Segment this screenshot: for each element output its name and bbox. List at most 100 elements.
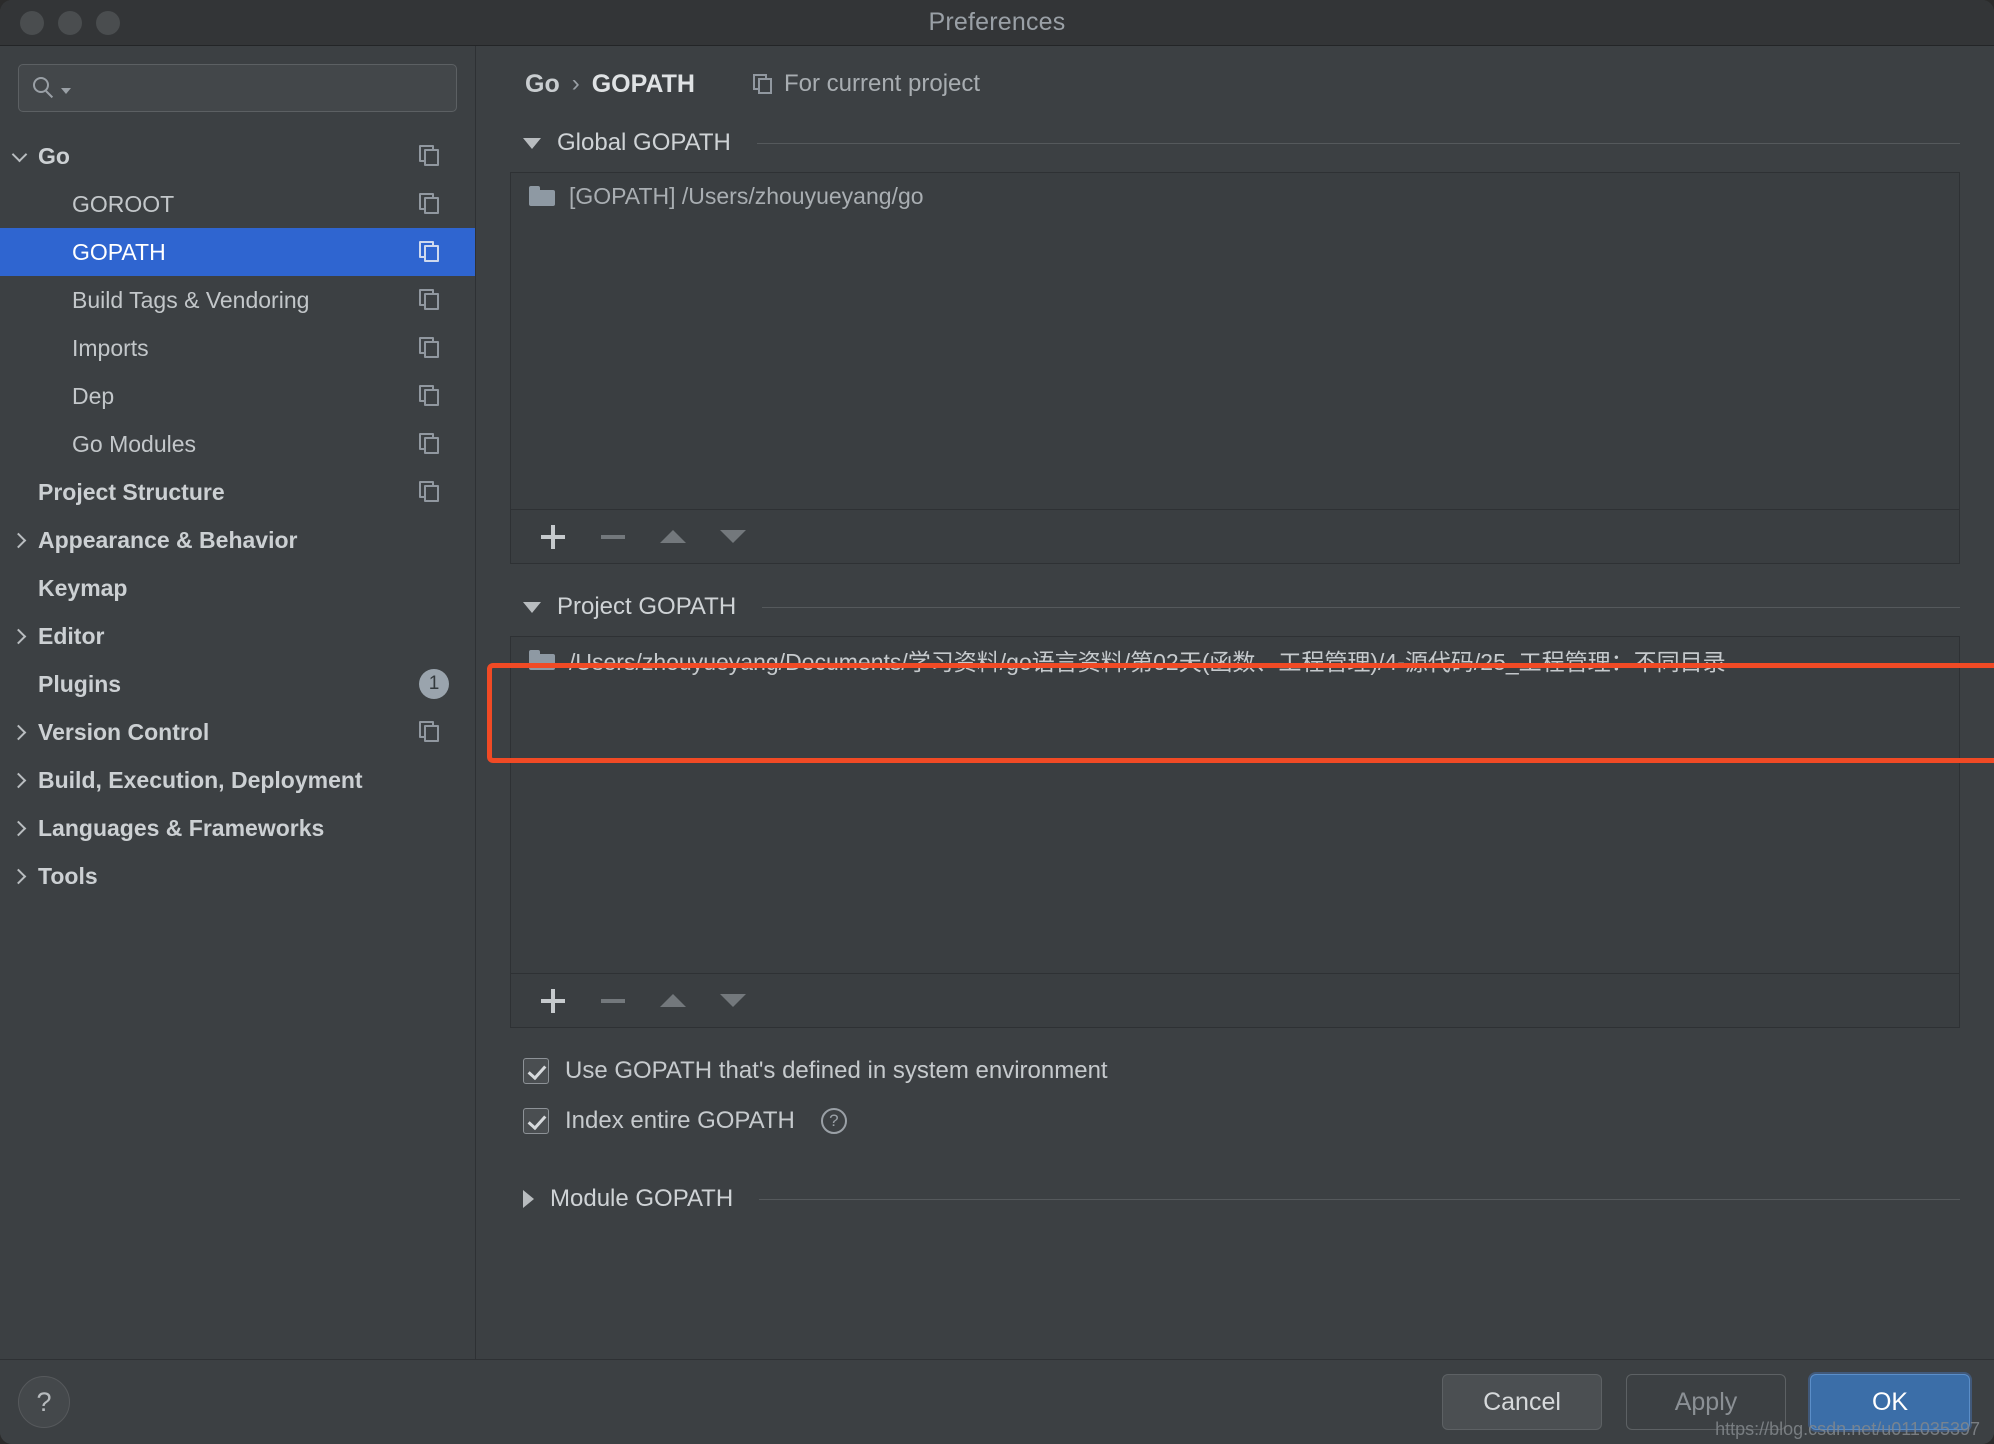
sidebar-item-label: Go Modules xyxy=(72,430,197,457)
help-button[interactable]: ? xyxy=(18,1376,70,1428)
cancel-button[interactable]: Cancel xyxy=(1442,1374,1602,1430)
minus-icon xyxy=(601,998,625,1003)
collapse-caret-down-icon[interactable] xyxy=(523,137,541,149)
global-gopath-toolbar xyxy=(511,509,1959,563)
copy-settings-icon[interactable] xyxy=(419,385,441,407)
module-gopath-title: Module GOPATH xyxy=(550,1185,734,1212)
sidebar-item-project-structure[interactable]: Project Structure xyxy=(0,468,475,516)
chevron-right-icon[interactable] xyxy=(0,820,38,836)
project-gopath-listbox[interactable]: /Users/zhouyueyang/Documents/学习资料/go语言资料… xyxy=(510,636,1960,1028)
sidebar-item-plugins[interactable]: Plugins 1 xyxy=(0,660,475,708)
settings-content: Go › GOPATH For current project Global G… xyxy=(476,46,1994,1359)
arrow-up-icon xyxy=(660,994,686,1007)
dialog-body: Go GOROOT GOPATH Build Tags & Vendoring Impo… xyxy=(0,46,1994,1359)
sidebar-item-go-modules[interactable]: Go Modules xyxy=(0,420,475,468)
add-project-gopath-button[interactable] xyxy=(523,978,583,1024)
search-box[interactable] xyxy=(18,64,457,112)
copy-settings-icon[interactable] xyxy=(419,721,441,743)
sidebar-item-version-control[interactable]: Version Control xyxy=(0,708,475,756)
sidebar-item-label: Languages & Frameworks xyxy=(38,814,325,841)
module-gopath-header[interactable]: Module GOPATH xyxy=(510,1178,1960,1220)
minus-icon xyxy=(601,534,625,539)
copy-settings-icon[interactable] xyxy=(752,73,774,95)
status-badge: 1 xyxy=(419,669,449,699)
scope-indicator: For current project xyxy=(752,70,980,98)
arrow-down-icon xyxy=(720,994,746,1007)
copy-settings-icon[interactable] xyxy=(419,433,441,455)
arrow-up-icon xyxy=(660,530,686,543)
project-gopath-entry-0: /Users/zhouyueyang/Documents/学习资料/go语言资料… xyxy=(569,649,1726,675)
sidebar-item-appearance-behavior[interactable]: Appearance & Behavior xyxy=(0,516,475,564)
sidebar-item-goroot[interactable]: GOROOT xyxy=(0,180,475,228)
global-gopath-header[interactable]: Global GOPATH xyxy=(510,122,1960,164)
arrow-down-icon xyxy=(720,530,746,543)
window-title: Preferences xyxy=(928,8,1066,36)
sidebar-item-label: Editor xyxy=(38,622,105,649)
search-icon xyxy=(33,77,55,99)
use-system-gopath-checkbox[interactable] xyxy=(523,1058,549,1084)
sidebar-item-label: GOROOT xyxy=(72,190,175,217)
sidebar-item-build-execution-deployment[interactable]: Build, Execution, Deployment xyxy=(0,756,475,804)
sidebar-item-dep[interactable]: Dep xyxy=(0,372,475,420)
chevron-right-icon[interactable] xyxy=(0,628,38,644)
plus-icon xyxy=(541,524,565,549)
sidebar-item-label: Plugins xyxy=(38,670,122,697)
chevron-down-icon[interactable] xyxy=(61,88,71,94)
move-up-project-gopath-button[interactable] xyxy=(643,978,703,1024)
index-entire-gopath-row[interactable]: Index entire GOPATH ? xyxy=(510,1096,1960,1146)
search-input[interactable] xyxy=(79,76,442,100)
chevron-right-icon[interactable] xyxy=(0,772,38,788)
move-down-global-gopath-button[interactable] xyxy=(703,514,763,560)
gopath-options: Use GOPATH that's defined in system envi… xyxy=(510,1046,1960,1146)
settings-tree: Go GOROOT GOPATH Build Tags & Vendoring Impo… xyxy=(0,132,475,900)
sidebar-item-editor[interactable]: Editor xyxy=(0,612,475,660)
collapse-caret-down-icon[interactable] xyxy=(523,601,541,613)
move-down-project-gopath-button[interactable] xyxy=(703,978,763,1024)
copy-settings-icon[interactable] xyxy=(419,193,441,215)
use-system-gopath-row[interactable]: Use GOPATH that's defined in system envi… xyxy=(510,1046,1960,1096)
sidebar-item-keymap[interactable]: Keymap xyxy=(0,564,475,612)
copy-settings-icon[interactable] xyxy=(419,145,441,167)
remove-project-gopath-button[interactable] xyxy=(583,978,643,1024)
folder-icon xyxy=(529,186,555,206)
search-container xyxy=(0,46,475,112)
copy-settings-icon[interactable] xyxy=(419,241,441,263)
global-gopath-entry-0: [GOPATH] /Users/zhouyueyang/go xyxy=(569,182,924,209)
sidebar-item-label: GOPATH xyxy=(72,238,166,265)
sidebar-item-gopath[interactable]: GOPATH xyxy=(0,228,475,276)
move-up-global-gopath-button[interactable] xyxy=(643,514,703,560)
watermark-text: https://blog.csdn.net/u011035397 xyxy=(1715,1419,1980,1439)
sidebar-item-languages-frameworks[interactable]: Languages & Frameworks xyxy=(0,804,475,852)
copy-settings-icon[interactable] xyxy=(419,337,441,359)
help-icon[interactable]: ? xyxy=(820,1108,847,1134)
sidebar-item-label: Dep xyxy=(72,382,115,409)
folder-icon xyxy=(529,650,555,670)
remove-global-gopath-button[interactable] xyxy=(583,514,643,560)
expand-caret-right-icon[interactable] xyxy=(523,1190,534,1208)
copy-settings-icon[interactable] xyxy=(419,481,441,503)
sidebar-item-label: Appearance & Behavior xyxy=(38,526,298,553)
list-item[interactable]: /Users/zhouyueyang/Documents/学习资料/go语言资料… xyxy=(511,637,1959,683)
breadcrumb-root[interactable]: Go xyxy=(525,70,560,99)
use-system-gopath-label: Use GOPATH that's defined in system envi… xyxy=(565,1057,1108,1084)
chevron-right-icon[interactable] xyxy=(0,724,38,740)
section-divider xyxy=(762,606,1960,608)
chevron-right-icon[interactable] xyxy=(0,532,38,548)
title-bar: Preferences xyxy=(0,0,1994,46)
chevron-right-icon[interactable] xyxy=(0,868,38,884)
sidebar-item-label: Build, Execution, Deployment xyxy=(38,766,363,793)
settings-sidebar: Go GOROOT GOPATH Build Tags & Vendoring Impo… xyxy=(0,46,476,1359)
copy-settings-icon[interactable] xyxy=(419,289,441,311)
list-item[interactable]: [GOPATH] /Users/zhouyueyang/go xyxy=(511,173,1959,219)
breadcrumb: Go › GOPATH For current project xyxy=(510,46,1960,122)
project-gopath-header[interactable]: Project GOPATH xyxy=(510,586,1960,628)
sidebar-item-label: Keymap xyxy=(38,574,128,601)
sidebar-item-imports[interactable]: Imports xyxy=(0,324,475,372)
chevron-down-icon[interactable] xyxy=(0,146,38,162)
sidebar-item-tools[interactable]: Tools xyxy=(0,852,475,900)
sidebar-item-build-tags-vendoring[interactable]: Build Tags & Vendoring xyxy=(0,276,475,324)
global-gopath-listbox[interactable]: [GOPATH] /Users/zhouyueyang/go xyxy=(510,172,1960,564)
index-entire-gopath-checkbox[interactable] xyxy=(523,1108,549,1134)
add-global-gopath-button[interactable] xyxy=(523,514,583,560)
sidebar-item-go[interactable]: Go xyxy=(0,132,475,180)
